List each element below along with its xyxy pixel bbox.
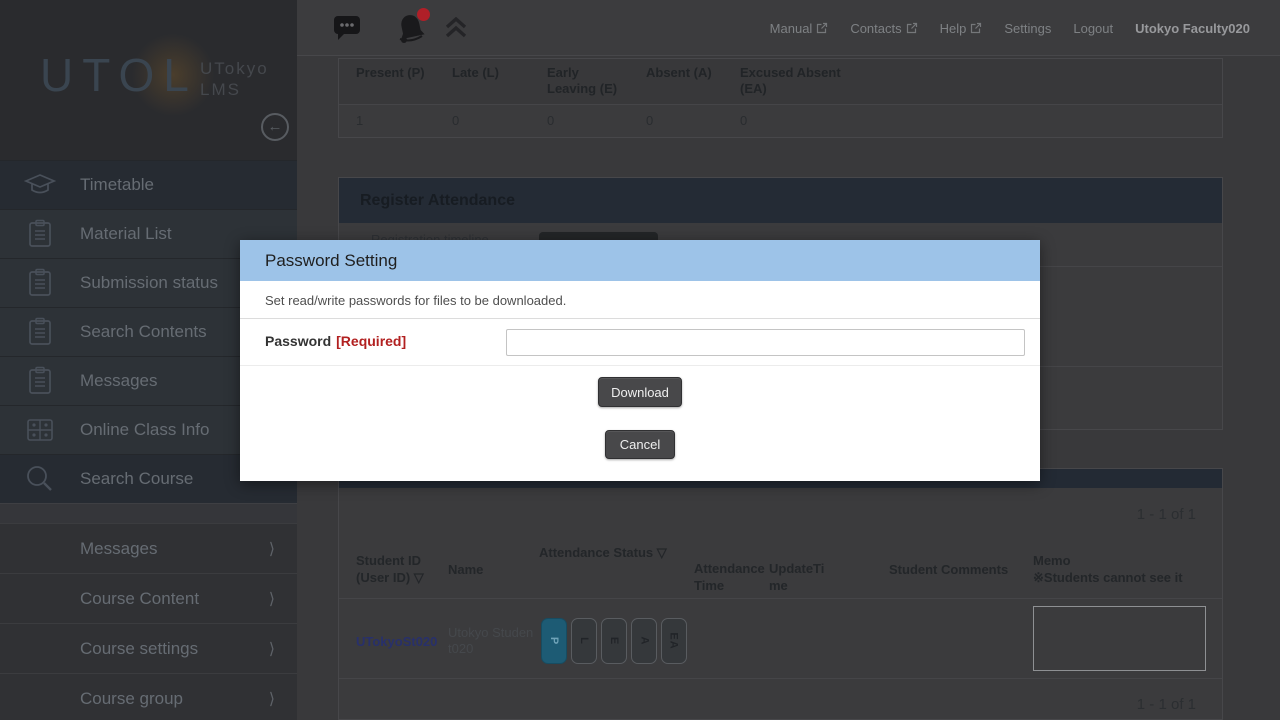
sidebar-item-label: Submission status: [80, 273, 218, 293]
attendance-status-list-panel: 1 - 1 of 1 Student ID (User ID) ▽ Name A…: [338, 468, 1223, 720]
clipboard-icon: [0, 366, 80, 396]
sidebar-item-label: Search Contents: [80, 322, 207, 342]
collapse-double-chevron-up-icon[interactable]: [443, 17, 469, 39]
column-header-name: Name: [448, 561, 483, 578]
summary-header-absent: Absent (A): [629, 59, 723, 104]
column-header-student-id[interactable]: Student ID (User ID) ▽: [356, 552, 446, 586]
required-badge: [Required]: [336, 333, 406, 349]
column-header-student-comments: Student Comments: [889, 561, 1008, 578]
logout-link[interactable]: Logout: [1073, 21, 1113, 36]
clipboard-icon: [0, 268, 80, 298]
sidebar-item-label: Material List: [80, 224, 172, 244]
sidebar-item-label: Course settings: [80, 639, 198, 659]
utol-logo: UTOL: [40, 48, 198, 102]
chevron-right-icon: ⟩: [269, 639, 275, 659]
clipboard-icon: [0, 317, 80, 347]
column-header-memo: Memo ※Students cannot see it: [1033, 552, 1213, 586]
sidebar-item-course-group[interactable]: Course group ⟩: [0, 673, 297, 720]
user-name: Utokyo Faculty020: [1135, 21, 1250, 36]
sidebar-item-label: Timetable: [80, 175, 154, 195]
pagination-count: 1 - 1 of 1: [1137, 506, 1196, 523]
chevron-right-icon: ⟩: [269, 589, 275, 609]
student-id-link[interactable]: UTokyoSt020: [356, 634, 437, 649]
summary-value-row: 1 0 0 0 0: [339, 105, 1222, 137]
password-setting-modal: Password Setting Set read/write password…: [240, 240, 1040, 481]
contacts-link[interactable]: Contacts: [850, 21, 917, 36]
utol-logo-subtitle: UTokyo LMS: [200, 58, 269, 101]
divider: [339, 678, 1222, 679]
cancel-button[interactable]: Cancel: [605, 430, 675, 459]
chat-bubble-icon[interactable]: [333, 12, 361, 42]
sidebar-collapse-arrow-icon[interactable]: ←: [261, 113, 289, 141]
clipboard-icon: [0, 219, 80, 249]
notification-badge-dot: [417, 8, 430, 21]
modal-description: Set read/write passwords for files to be…: [240, 281, 1040, 319]
summary-value-late: 0: [435, 105, 530, 137]
summary-value-present: 1: [339, 105, 435, 137]
help-link-label: Help: [940, 21, 967, 36]
sidebar-item-label: Messages: [80, 371, 157, 391]
sidebar-item-course-settings[interactable]: Course settings ⟩: [0, 623, 297, 673]
summary-value-absent: 0: [629, 105, 723, 137]
column-header-update-time: UpdateTime: [769, 560, 829, 594]
pagination-count: 1 - 1 of 1: [1137, 696, 1196, 713]
manual-link[interactable]: Manual: [770, 21, 829, 36]
manual-link-label: Manual: [770, 21, 813, 36]
sidebar-logo-area: UTOL UTokyo LMS ←: [0, 0, 297, 160]
summary-value-excused-absent: 0: [723, 105, 863, 137]
divider: [339, 598, 1222, 599]
sidebar-item-course-content[interactable]: Course Content ⟩: [0, 573, 297, 623]
sidebar-item-messages-sub[interactable]: Messages ⟩: [0, 523, 297, 573]
column-header-attendance-time: AttendanceTime: [694, 560, 766, 594]
external-link-icon: [970, 22, 982, 34]
chevron-right-icon: ⟩: [269, 689, 275, 709]
summary-header-row: Present (P) Late (L) Early Leaving (E) A…: [339, 59, 1222, 105]
register-attendance-header: Register Attendance: [339, 178, 1222, 223]
memo-textarea[interactable]: [1033, 606, 1206, 671]
graduation-cap-icon: [0, 172, 80, 198]
sidebar-item-label: Search Course: [80, 469, 193, 489]
sidebar-item-timetable[interactable]: Timetable: [0, 160, 297, 209]
download-button[interactable]: Download: [598, 377, 682, 407]
status-button-present[interactable]: P: [541, 618, 567, 664]
password-label: Password[Required]: [265, 333, 406, 349]
external-link-icon: [816, 22, 828, 34]
topbar: Manual Contacts Help Settings Logout Uto…: [297, 0, 1280, 56]
sidebar-item-label: Online Class Info: [80, 420, 209, 440]
search-icon: [0, 464, 80, 494]
attendance-status-buttons: P L E A EA: [541, 618, 687, 664]
status-button-excused-absent[interactable]: EA: [661, 618, 687, 664]
summary-value-early-leaving: 0: [530, 105, 629, 137]
modal-header: Password Setting: [240, 240, 1040, 281]
status-button-absent[interactable]: A: [631, 618, 657, 664]
sidebar-divider: [0, 503, 297, 523]
attendance-summary-table: Present (P) Late (L) Early Leaving (E) A…: [338, 58, 1223, 138]
summary-header-present: Present (P): [339, 59, 435, 104]
help-link[interactable]: Help: [940, 21, 983, 36]
contacts-link-label: Contacts: [850, 21, 901, 36]
page: Manual Contacts Help Settings Logout Uto…: [0, 0, 1280, 720]
settings-link[interactable]: Settings: [1004, 21, 1051, 36]
topbar-links: Manual Contacts Help Settings Logout Uto…: [770, 0, 1250, 56]
status-button-early-leaving[interactable]: E: [601, 618, 627, 664]
video-conference-grid-icon: [0, 417, 80, 443]
notifications-bell-icon[interactable]: [395, 12, 427, 46]
password-input[interactable]: [506, 329, 1025, 356]
student-name: Utokyo Student020: [448, 625, 534, 657]
sidebar-item-label: Messages: [80, 539, 157, 559]
summary-header-early-leaving: Early Leaving (E): [530, 59, 629, 104]
register-attendance-title: Register Attendance: [360, 192, 515, 210]
modal-title: Password Setting: [265, 251, 397, 271]
external-link-icon: [906, 22, 918, 34]
status-button-late[interactable]: L: [571, 618, 597, 664]
column-header-attendance-status[interactable]: Attendance Status ▽: [539, 544, 667, 561]
modal-form-row: Password[Required]: [240, 319, 1040, 366]
chevron-right-icon: ⟩: [269, 539, 275, 559]
sidebar-item-label: Course Content: [80, 589, 199, 609]
summary-header-excused-absent: Excused Absent (EA): [723, 59, 863, 104]
summary-header-late: Late (L): [435, 59, 530, 104]
sidebar-item-label: Course group: [80, 689, 183, 709]
